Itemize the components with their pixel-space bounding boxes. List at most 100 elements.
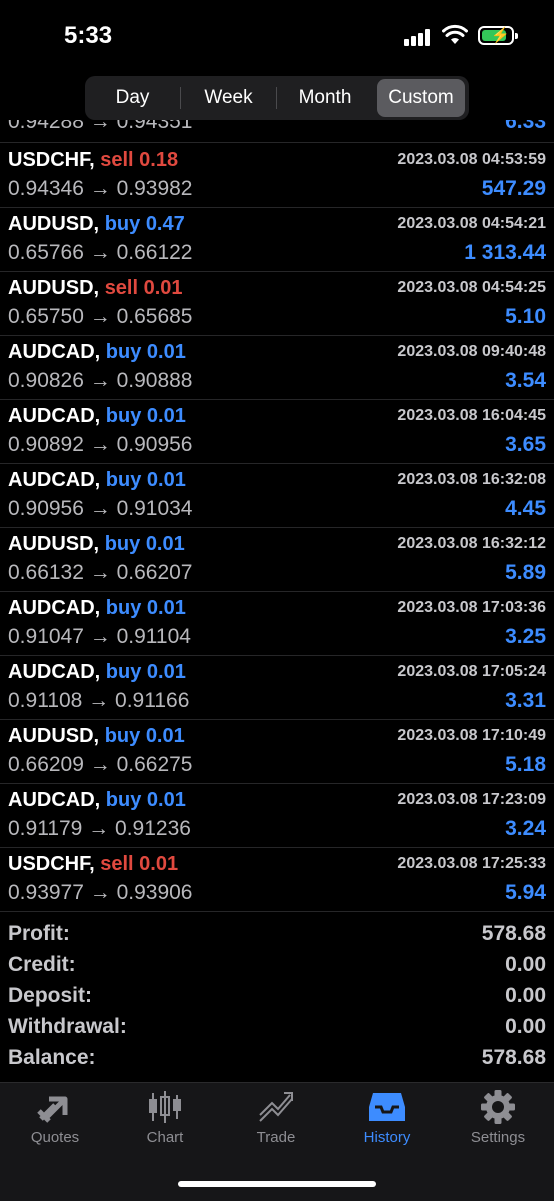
- trade-symbol: AUDUSD, buy 0.01: [8, 725, 185, 747]
- trade-time: 2023.03.08 17:03:36: [397, 599, 546, 616]
- trade-side: buy 0.01: [105, 405, 186, 427]
- trade-time: 2023.03.08 04:54:21: [397, 215, 546, 232]
- nav-history[interactable]: History: [332, 1089, 442, 1159]
- trade-symbol: AUDUSD, sell 0.01: [8, 277, 183, 299]
- trade-side: buy 0.01: [104, 725, 185, 747]
- trade-time: 2023.03.08 17:23:09: [397, 791, 546, 808]
- quotes-icon: [37, 1096, 68, 1123]
- nav-trade[interactable]: Trade: [221, 1089, 331, 1159]
- trade-profit: 5.18: [505, 753, 546, 776]
- trade-symbol: USDCHF, sell 0.01: [8, 853, 179, 875]
- trade-icon: [259, 1092, 293, 1122]
- trade-symbol: USDCHF, sell 0.18: [8, 149, 179, 171]
- trade-side: buy 0.47: [104, 213, 185, 235]
- trade-time: 2023.03.08 04:54:25: [397, 279, 546, 296]
- trade-symbol: AUDCAD, buy 0.01: [8, 597, 186, 619]
- gear-icon: [481, 1090, 515, 1124]
- trade-profit: 3.24: [505, 817, 546, 840]
- trade-prices: 0.91108 → 0.91166: [8, 689, 190, 712]
- trade-prices: 0.91179 → 0.91236: [8, 817, 191, 840]
- trade-profit: 5.94: [505, 881, 546, 904]
- history-list[interactable]: 0.94288 → 0.94351 6.33 USDCHF, sell 0.18…: [0, 120, 554, 912]
- summary-withdrawal: Withdrawal: 0.00: [8, 1015, 546, 1038]
- summary-balance: Balance: 578.68: [8, 1046, 546, 1069]
- list-item[interactable]: AUDUSD, sell 0.01 0.65750 → 0.65685 2023.0…: [0, 271, 554, 336]
- list-item[interactable]: AUDUSD, buy 0.01 0.66209 → 0.66275 2023.03…: [0, 719, 554, 784]
- chart-icon: [149, 1091, 181, 1123]
- trade-time: 2023.03.08 17:05:24: [397, 663, 546, 680]
- trade-time: 2023.03.08 04:53:59: [397, 151, 546, 168]
- nav-chart[interactable]: Chart: [110, 1089, 220, 1159]
- trade-symbol: AUDCAD, buy 0.01: [8, 341, 186, 363]
- trade-side: sell 0.01: [100, 853, 179, 875]
- summary-credit: Credit: 0.00: [8, 953, 546, 976]
- trade-side: buy 0.01: [105, 341, 186, 363]
- home-indicator: [178, 1181, 376, 1187]
- list-item[interactable]: USDCHF, sell 0.01 0.93977 → 0.93906 2023.0…: [0, 847, 554, 912]
- list-item[interactable]: AUDUSD, buy 0.01 0.66132 → 0.66207 2023.03…: [0, 527, 554, 592]
- summary-profit: Profit: 578.68: [8, 922, 546, 945]
- trade-time: 2023.03.08 16:04:45: [397, 407, 546, 424]
- trade-time: 2023.03.08 09:40:48: [397, 343, 546, 360]
- tab-day[interactable]: Day: [85, 76, 180, 120]
- trade-time: 2023.03.08 16:32:12: [397, 535, 546, 552]
- trade-symbol: AUDCAD, buy 0.01: [8, 789, 186, 811]
- trade-profit: 3.31: [505, 689, 546, 712]
- trade-symbol: AUDUSD, buy 0.01: [8, 533, 185, 555]
- list-item[interactable]: USDCHF, sell 0.18 0.94346 → 0.93982 2023.0…: [0, 143, 554, 208]
- trade-prices: 0.91047 → 0.91104: [8, 625, 191, 648]
- trade-prices: 0.65766 → 0.66122: [8, 241, 193, 264]
- trade-side: buy 0.01: [104, 533, 185, 555]
- trade-time: 2023.03.08 17:10:49: [397, 727, 546, 744]
- trade-profit: 5.89: [505, 561, 546, 584]
- list-item[interactable]: AUDCAD, buy 0.01 0.90892 → 0.90956 2023.03…: [0, 399, 554, 464]
- history-icon: [369, 1093, 405, 1121]
- nav-settings[interactable]: Settings: [443, 1089, 553, 1159]
- trade-profit: 4.45: [505, 497, 546, 520]
- trade-side: buy 0.01: [105, 469, 186, 491]
- trade-side: buy 0.01: [105, 789, 186, 811]
- trade-prices: 0.65750 → 0.65685: [8, 305, 193, 328]
- trade-side: buy 0.01: [105, 661, 186, 683]
- trade-side: buy 0.01: [105, 597, 186, 619]
- list-item[interactable]: AUDCAD, buy 0.01 0.91108 → 0.91166 2023.03…: [0, 655, 554, 720]
- status-time: 5:33: [64, 22, 113, 49]
- list-item[interactable]: AUDCAD, buy 0.01 0.90956 → 0.91034 2023.03…: [0, 463, 554, 528]
- tab-week[interactable]: Week: [181, 76, 276, 120]
- status-bar: 5:33 ⚡: [0, 0, 554, 76]
- list-item[interactable]: AUDCAD, buy 0.01 0.91179 → 0.91236 2023.03…: [0, 783, 554, 848]
- tab-custom[interactable]: Custom: [377, 79, 465, 117]
- trade-symbol: AUDCAD, buy 0.01: [8, 405, 186, 427]
- trade-symbol: AUDCAD, buy 0.01: [8, 661, 186, 683]
- trade-prices: 0.94346 → 0.93982: [8, 177, 193, 200]
- trade-prices: 0.93977 → 0.93906: [8, 881, 193, 904]
- trade-symbol: AUDUSD, buy 0.47: [8, 213, 185, 235]
- trade-profit: 3.65: [505, 433, 546, 456]
- trade-profit: 547.29: [481, 177, 546, 200]
- trade-prices: 0.90826 → 0.90888: [8, 369, 193, 392]
- trade-time: 2023.03.08 16:32:08: [397, 471, 546, 488]
- wifi-icon: [442, 24, 468, 44]
- battery-icon: ⚡: [478, 26, 518, 45]
- trade-time: 2023.03.08 17:25:33: [397, 855, 546, 872]
- list-item[interactable]: AUDUSD, buy 0.47 0.65766 → 0.66122 2023.03…: [0, 207, 554, 272]
- nav-quotes[interactable]: Quotes: [0, 1089, 110, 1159]
- list-item[interactable]: 0.94288 → 0.94351 6.33: [0, 120, 554, 143]
- trade-prices: 0.66132 → 0.66207: [8, 561, 193, 584]
- list-item[interactable]: AUDCAD, buy 0.01 0.91047 → 0.91104 2023.03…: [0, 591, 554, 656]
- trade-prices: 0.66209 → 0.66275: [8, 753, 193, 776]
- trade-side: sell 0.18: [100, 149, 179, 171]
- summary-deposit: Deposit: 0.00: [8, 984, 546, 1007]
- trade-prices: 0.90956 → 0.91034: [8, 497, 193, 520]
- list-item[interactable]: AUDCAD, buy 0.01 0.90826 → 0.90888 2023.03…: [0, 335, 554, 400]
- trade-profit: 3.25: [505, 625, 546, 648]
- account-summary: Profit: 578.68 Credit: 0.00 Deposit: 0.00 W…: [0, 912, 554, 1082]
- trade-prices: 0.90892 → 0.90956: [8, 433, 193, 456]
- trade-profit: 3.54: [505, 369, 546, 392]
- cellular-signal-icon: [404, 28, 434, 46]
- tab-month[interactable]: Month: [277, 76, 373, 120]
- trade-profit: 1 313.44: [464, 241, 546, 264]
- trade-profit: 5.10: [505, 305, 546, 328]
- trade-side: sell 0.01: [104, 277, 183, 299]
- period-segmented-control: Day Week Month Custom: [85, 76, 469, 120]
